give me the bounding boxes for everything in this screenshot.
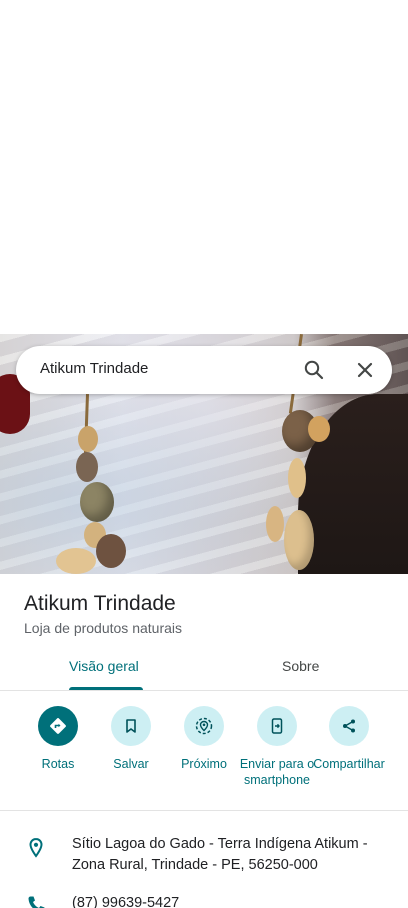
action-buttons: Rotas Salvar Próximo Enviar para o smart…: [0, 702, 408, 806]
nearby-button[interactable]: Próximo: [164, 702, 244, 772]
bead: [76, 452, 98, 482]
share-icon: [329, 706, 369, 746]
address-text: Sítio Lagoa do Gado - Terra Indígena Ati…: [72, 836, 368, 873]
search-bar[interactable]: Atikum Trindade: [16, 346, 392, 394]
bead: [56, 548, 96, 574]
place-category[interactable]: Loja de produtos naturais: [24, 620, 182, 636]
nearby-label: Próximo: [181, 757, 227, 771]
bead: [288, 458, 306, 498]
place-title: Atikum Trindade: [24, 592, 176, 615]
divider: [0, 690, 408, 691]
location-pin-icon: [24, 836, 48, 860]
divider: [0, 810, 408, 811]
bookmark-icon: [111, 706, 151, 746]
search-input[interactable]: Atikum Trindade: [40, 360, 148, 377]
directions-button[interactable]: Rotas: [18, 702, 98, 772]
nearby-icon: [184, 706, 224, 746]
bead: [80, 482, 114, 522]
phone-text[interactable]: (87) 99639-5427: [72, 893, 382, 908]
save-label: Salvar: [113, 757, 149, 771]
place-screen: Atikum Trindade Atikum Trindade Loja de …: [0, 0, 408, 908]
tab-about[interactable]: Sobre: [282, 658, 319, 674]
send-to-phone-label: Enviar para o smartphone: [239, 757, 315, 787]
directions-icon: [38, 706, 78, 746]
share-label: Compartilhar: [313, 757, 385, 771]
map-area-blank: [0, 0, 408, 334]
tab-overview[interactable]: Visão geral: [69, 658, 139, 674]
save-button[interactable]: Salvar: [91, 702, 171, 772]
tab-bar: Visão geral Sobre: [0, 650, 408, 690]
close-icon[interactable]: [353, 358, 377, 382]
send-to-phone-icon: [257, 706, 297, 746]
bead: [308, 416, 330, 442]
send-to-phone-button[interactable]: Enviar para o smartphone: [237, 702, 317, 788]
directions-label: Rotas: [41, 757, 75, 771]
share-button[interactable]: Compartilhar: [310, 702, 388, 772]
bead: [266, 506, 284, 542]
bead: [284, 510, 314, 570]
phone-icon: [24, 893, 48, 908]
search-icon[interactable]: [302, 358, 326, 382]
bead: [78, 426, 98, 452]
bead: [96, 534, 126, 568]
